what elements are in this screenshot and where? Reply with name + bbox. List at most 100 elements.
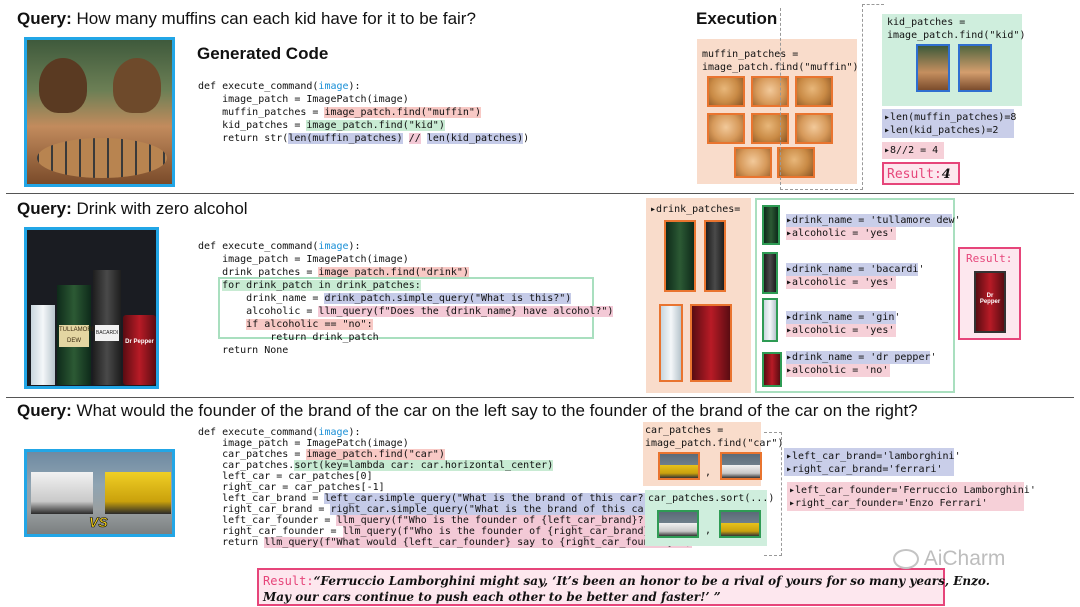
drink-name-line: ▸drink_name = 'tullamore dew': [786, 215, 961, 226]
code-line: def execute_command(image):: [198, 241, 361, 252]
muffin-thumbnail: [734, 147, 772, 178]
comma: ,: [705, 467, 712, 478]
brand-line: ▸left_car_brand='lamborghini': [786, 451, 961, 462]
drink-thumbnail: [762, 298, 778, 342]
code-line: def execute_command(image):: [198, 81, 361, 92]
bottle-figure: BACARDI: [93, 270, 121, 385]
drink-thumbnail: [664, 220, 696, 292]
drinks-photo: TULLAMORE DEW BACARDI Dr Pepper: [24, 227, 159, 389]
kid-thumbnail: [958, 44, 992, 92]
drink-name-line: ▸drink_name = 'gin': [786, 312, 901, 323]
muffin-thumbnail: [707, 76, 745, 107]
drink-thumbnail: [659, 304, 683, 382]
code-line: return drink_patch: [198, 332, 379, 343]
alcoholic-line: ▸alcoholic = 'yes': [786, 228, 895, 239]
alcoholic-line: ▸alcoholic = 'yes': [786, 325, 895, 336]
car-thumbnail: [719, 510, 761, 538]
code-line: drink_name = drink_patch.simple_query("W…: [198, 293, 572, 304]
muffin-rack: [37, 138, 167, 178]
kid-patches-code: kid_patches = image_patch.find("kid"): [887, 17, 1026, 42]
row-divider: [6, 397, 1074, 398]
comma: ,: [705, 525, 712, 536]
result-text-line: “Ferruccio Lamborghini might say, ‘It’s …: [313, 574, 990, 588]
alcoholic-line: ▸alcoholic = 'yes': [786, 277, 895, 288]
drink-thumbnail: [762, 205, 780, 245]
code-block-3: def execute_command(image): image_patch …: [198, 426, 692, 566]
result-box-3: Result:“Ferruccio Lamborghini might say,…: [257, 568, 990, 606]
car-thumbnail: [658, 452, 700, 480]
yellow-car-figure: [105, 472, 171, 514]
bottle-figure: [31, 305, 55, 385]
drink-thumbnail: [704, 220, 726, 292]
dashed-connector: [862, 4, 884, 5]
len-panel: ▸len(muffin_patches)=8 ▸len(kid_patches)=…: [882, 109, 1017, 138]
code-line: muffin_patches = image_patch.find("muffi…: [198, 107, 481, 118]
car-sort-panel: car_patches.sort(...) ,: [645, 490, 774, 546]
calc-panel: ▸8//2 = 4: [882, 142, 944, 159]
result-label: Result:: [263, 574, 314, 588]
result-box-2: Result: Dr Pepper: [958, 247, 1021, 340]
founder-panel: ▸left_car_founder='Ferruccio Lamborghini…: [787, 482, 1036, 511]
car-patches-panel: car_patches = image_patch.find("car") ,: [643, 422, 783, 486]
watermark-text: AiCharm: [923, 547, 1006, 570]
car-thumbnail: [657, 510, 699, 538]
code-line: image_patch = ImagePatch(image): [198, 94, 409, 105]
drink-patches-panel: ▸drink_patches=: [646, 198, 751, 393]
vs-badge: VS: [89, 514, 108, 531]
query-label: Query:: [17, 9, 72, 28]
muffin-thumbnail: [707, 113, 745, 144]
result-box-1: Result:4: [882, 162, 960, 185]
generated-code-heading: Generated Code: [197, 44, 329, 63]
kid-left-figure: [39, 58, 87, 113]
bottle-figure: TULLAMORE DEW: [57, 285, 96, 385]
len-line: ▸len(muffin_patches)=8: [884, 112, 1017, 123]
code-block-1: def execute_command(image): image_patch …: [198, 80, 618, 150]
query-text: What would the founder of the brand of t…: [76, 401, 918, 420]
car-patches-code: car_patches = image_patch.find("car"): [645, 425, 784, 450]
drink-name-line: ▸drink_name = 'dr pepper': [786, 352, 937, 363]
query-text: Drink with zero alcohol: [76, 199, 248, 218]
alcoholic-line: ▸alcoholic = 'no': [786, 365, 889, 376]
watermark: AiCharm: [893, 547, 1005, 571]
dashed-connector: [780, 8, 863, 190]
wechat-icon: [893, 549, 919, 570]
brand-panel: ▸left_car_brand='lamborghini' ▸right_car_…: [784, 448, 961, 476]
execution-heading: Execution: [696, 9, 778, 28]
brand-line: ▸right_car_brand='ferrari': [786, 464, 943, 476]
drink-patches-label: ▸drink_patches=: [650, 204, 741, 215]
query-1: Query: How many muffins can each kid hav…: [17, 9, 476, 29]
white-car-figure: [31, 472, 93, 514]
code-line: return llm_query(f"What would {left_car_…: [198, 537, 692, 548]
code-line: return None: [198, 345, 289, 356]
code-line: return str(len(muffin_patches) // len(ki…: [198, 133, 530, 144]
drink-thumbnail: [762, 352, 782, 387]
car-sort-code: car_patches.sort(...): [648, 493, 775, 504]
result-value: 4: [941, 167, 951, 182]
drink-name-line: ▸drink_name = 'bacardi': [786, 264, 925, 275]
kid-patches-panel: kid_patches = image_patch.find("kid"): [882, 14, 1026, 106]
dr-pepper-result-image: Dr Pepper: [974, 271, 1006, 333]
drink-thumbnail: [762, 252, 778, 294]
query-text: How many muffins can each kid have for i…: [76, 9, 476, 28]
founder-line: ▸left_car_founder='Ferruccio Lamborghini…: [789, 485, 1036, 496]
code-line: if alcoholic == "no":: [246, 319, 373, 330]
code-block-2: def execute_command(image): image_patch …: [198, 240, 614, 356]
row-divider: [6, 193, 1074, 194]
can-figure: Dr Pepper: [123, 315, 156, 385]
founder-line: ▸right_car_founder='Enzo Ferrari': [789, 498, 988, 510]
code-line: alcoholic = llm_query(f"Does the {drink_…: [198, 306, 614, 317]
dashed-connector: [764, 432, 782, 556]
query-label: Query:: [17, 401, 72, 420]
kid-thumbnail: [916, 44, 950, 92]
result-label: Result:: [887, 167, 942, 182]
result-text-line: May our cars continue to push each other…: [263, 590, 721, 604]
query-2: Query: Drink with zero alcohol: [17, 199, 248, 219]
len-line: ▸len(kid_patches)=2: [884, 125, 999, 137]
calc-text: ▸8//2 = 4: [884, 145, 939, 156]
dashed-connector: [862, 4, 863, 190]
kids-muffins-photo: [24, 37, 175, 187]
cars-photo: VS: [24, 449, 175, 537]
loop-execution-panel: ▸drink_name = 'tullamore dew' ▸alcoholic…: [755, 198, 961, 393]
car-thumbnail: [720, 452, 762, 480]
code-line: kid_patches = image_patch.find("kid"): [198, 120, 445, 131]
